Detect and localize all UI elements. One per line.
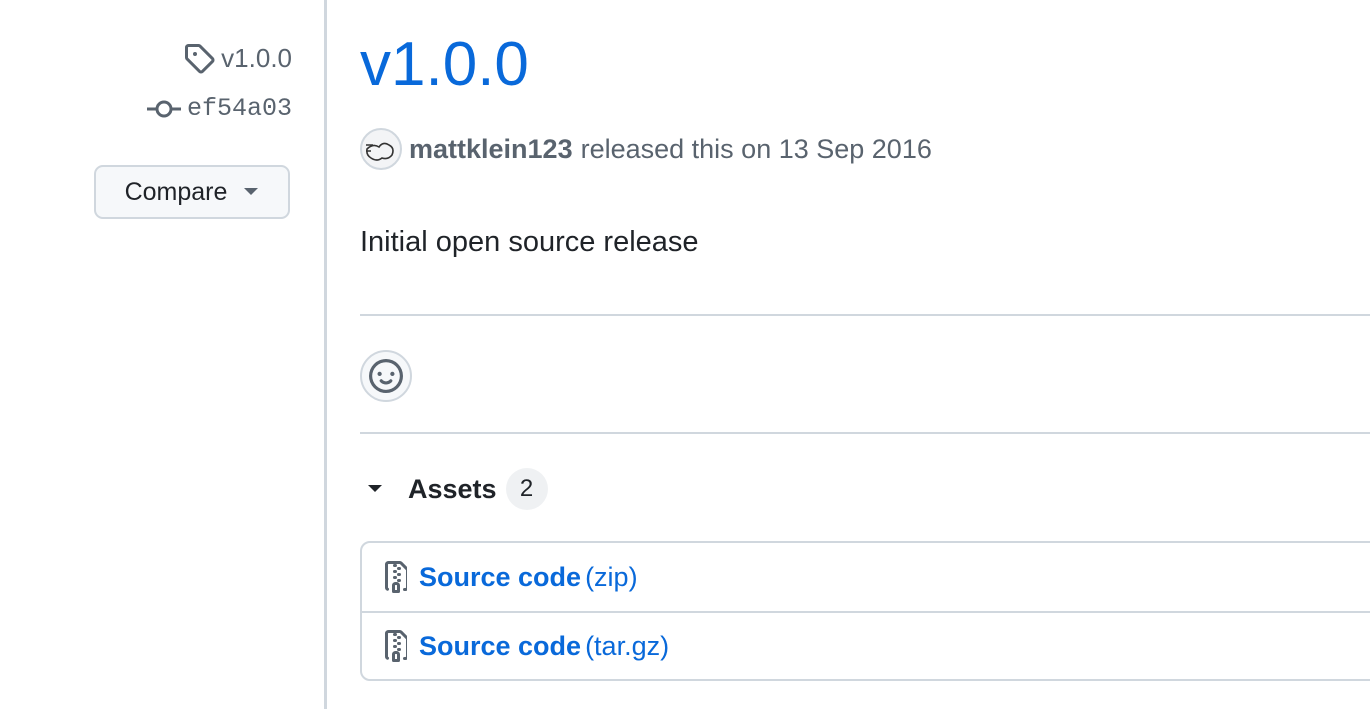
list-item: Source code (zip) bbox=[362, 543, 1370, 611]
release-meta: mattklein123 released this on 13 Sep 201… bbox=[360, 128, 932, 170]
release-sidebar: v1.0.0 ef54a03 Compare bbox=[0, 0, 324, 709]
commit-sha: ef54a03 bbox=[186, 94, 292, 123]
author-link[interactable]: mattklein123 bbox=[409, 134, 573, 165]
avatar-icon bbox=[366, 142, 394, 161]
asset-ext: (tar.gz) bbox=[585, 630, 670, 661]
compare-button[interactable]: Compare bbox=[94, 165, 290, 219]
divider bbox=[360, 314, 1370, 316]
git-commit-icon bbox=[146, 98, 181, 120]
triangle-down-icon bbox=[243, 187, 259, 197]
timeline-divider bbox=[324, 0, 327, 709]
asset-name: Source code bbox=[419, 630, 582, 661]
asset-name: Source code bbox=[419, 561, 582, 592]
triangle-down-icon bbox=[360, 484, 399, 494]
file-zip-icon bbox=[381, 561, 407, 593]
released-text: released this on 13 Sep 2016 bbox=[580, 133, 932, 164]
release-title[interactable]: v1.0.0 bbox=[360, 34, 529, 96]
tag-icon bbox=[183, 42, 215, 74]
smiley-icon bbox=[369, 359, 403, 393]
commit-link[interactable]: ef54a03 bbox=[146, 94, 292, 123]
release-card: v1.0.0 mattklein123 released this on 13 … bbox=[360, 0, 1370, 709]
compare-button-label: Compare bbox=[124, 177, 228, 206]
source-code-targz-link[interactable]: Source code (tar.gz) bbox=[419, 631, 669, 662]
assets-label: Assets bbox=[408, 473, 497, 504]
assets-toggle[interactable]: Assets 2 bbox=[360, 468, 548, 510]
source-code-zip-link[interactable]: Source code (zip) bbox=[419, 562, 638, 593]
asset-list: Source code (zip) Source code (tar.gz) bbox=[360, 541, 1370, 681]
asset-ext: (zip) bbox=[585, 561, 638, 592]
file-zip-icon bbox=[381, 630, 407, 662]
list-item: Source code (tar.gz) bbox=[362, 611, 1370, 679]
assets-count-badge: 2 bbox=[505, 468, 548, 510]
divider bbox=[360, 432, 1370, 434]
release-notes: Initial open source release bbox=[360, 226, 699, 258]
add-reaction-button[interactable] bbox=[360, 350, 412, 402]
tag-link[interactable]: v1.0.0 bbox=[183, 42, 292, 74]
avatar[interactable] bbox=[360, 128, 402, 170]
tag-label: v1.0.0 bbox=[221, 42, 292, 73]
